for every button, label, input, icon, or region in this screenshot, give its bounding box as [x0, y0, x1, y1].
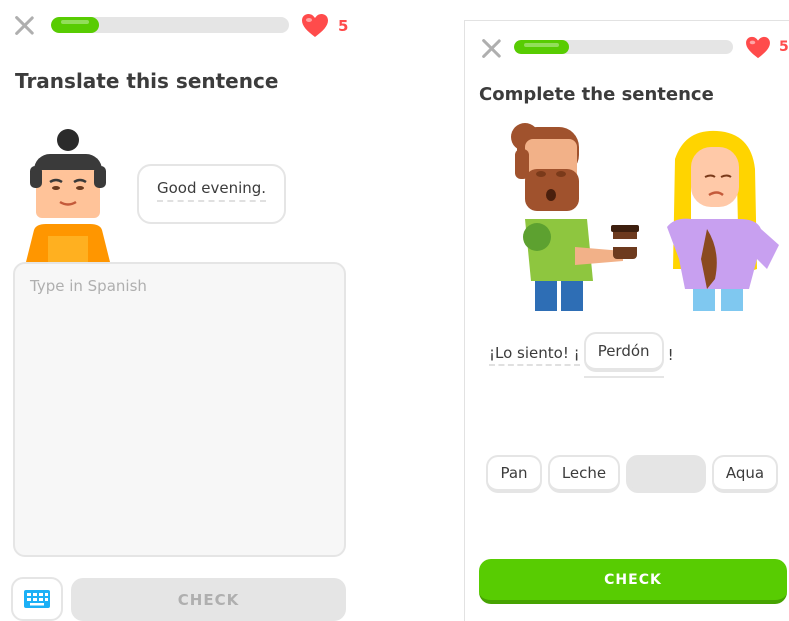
close-icon[interactable]: [13, 14, 35, 36]
translate-screen: 5 Translate this sentence Good evening.: [0, 0, 360, 621]
progress-bar-fill: [51, 17, 99, 33]
close-icon[interactable]: [480, 37, 502, 59]
sentence-suffix: !: [667, 346, 674, 364]
answer-chip[interactable]: Perdón: [583, 332, 664, 372]
word-chip-aqua[interactable]: Aqua: [712, 455, 778, 493]
speech-bubble: Good evening.: [137, 164, 286, 224]
word-chip-pan[interactable]: Pan: [486, 455, 542, 493]
sentence-prefix[interactable]: ¡Lo siento! ¡: [489, 344, 580, 366]
word-chip-leche[interactable]: Leche: [548, 455, 620, 493]
progress-bar-fill: [514, 40, 569, 54]
complete-screen: 5 Complete the sentence ¡Lo siento! ¡ Pe…: [464, 20, 789, 621]
check-button-disabled[interactable]: CHECK: [71, 578, 346, 621]
answer-textarea-box: [13, 262, 346, 557]
heart-icon: [302, 14, 328, 37]
sentence-line: ¡Lo siento! ¡ Perdón !: [489, 332, 674, 378]
page-title: Translate this sentence: [15, 69, 279, 93]
check-button[interactable]: CHECK: [479, 559, 787, 604]
progress-bar: [514, 40, 733, 54]
hearts-count: 5: [338, 17, 349, 35]
characters-illustration: [511, 123, 779, 311]
keyboard-icon: [24, 590, 50, 608]
answer-slot: Perdón: [583, 332, 664, 378]
answer-input[interactable]: [15, 264, 344, 555]
keyboard-toggle-button[interactable]: [11, 577, 63, 621]
progress-bar: [51, 17, 289, 33]
speech-text[interactable]: Good evening.: [157, 179, 267, 202]
page-title: Complete the sentence: [479, 84, 714, 105]
hearts-count: 5: [779, 39, 789, 55]
character-illustration: [26, 129, 110, 262]
word-bank: Pan Leche Aqua: [486, 455, 778, 493]
word-chip-placeholder: [626, 455, 706, 493]
heart-icon: [746, 36, 770, 59]
